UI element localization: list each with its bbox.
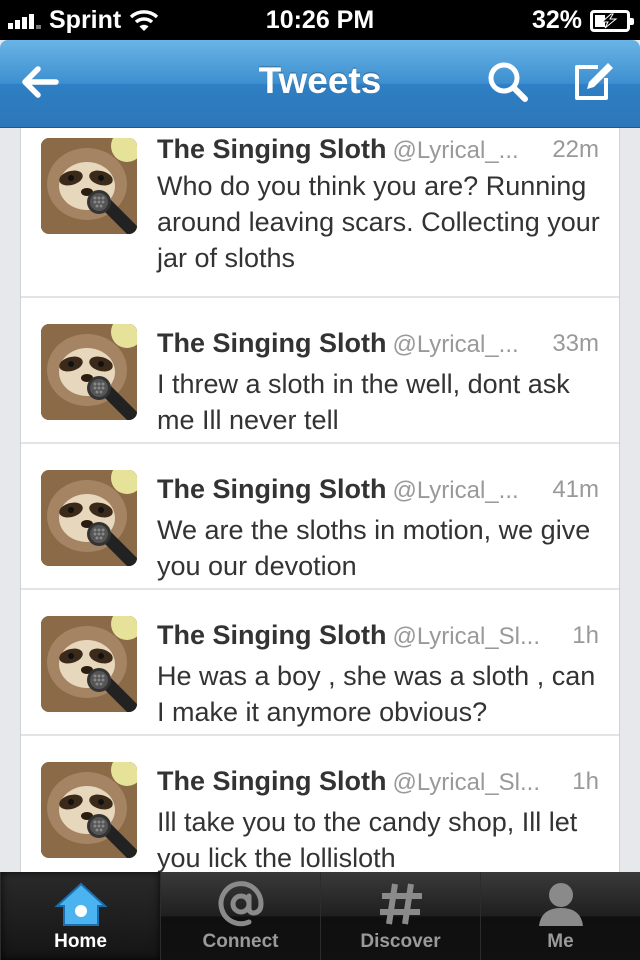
tweet-time: 22m (552, 136, 599, 163)
tweet-author: The Singing Sloth (157, 328, 387, 358)
tweet-text: Ill take you to the candy shop, Ill let … (157, 807, 578, 872)
hash-icon (380, 883, 422, 925)
tweet-time: 1h (572, 768, 599, 795)
battery-percent: 32% (531, 6, 582, 34)
tweet-text: He was a boy , she was a sloth , can I m… (157, 661, 596, 727)
tweet-text: Who do you think you are? Running around… (157, 171, 600, 273)
tab-label: Connect (202, 931, 279, 952)
tweet-handle: @Lyrical_... (392, 477, 519, 504)
at-icon (218, 881, 264, 927)
tweet-row[interactable]: The Singing Sloth @Lyrical_... 22m Who do… (21, 128, 619, 298)
tweet-header: The Singing Sloth @Lyrical_Sl... 1h (157, 766, 599, 800)
tab-home[interactable]: Home (0, 872, 160, 960)
tweet-handle: @Lyrical_Sl... (392, 769, 540, 796)
tweet-author: The Singing Sloth (157, 474, 387, 504)
tweet-handle: @Lyrical_Sl... (392, 623, 540, 650)
tab-bar: Home Connect Discover Me (0, 872, 640, 960)
avatar[interactable] (41, 470, 137, 566)
status-bar: Sprint 10:26 PM 32% (0, 0, 640, 40)
tweet-row[interactable]: The Singing Sloth @Lyrical_Sl... 1h He wa… (21, 590, 619, 736)
status-right: 32% (531, 6, 634, 35)
tweet-header: The Singing Sloth @Lyrical_Sl... 1h (157, 620, 599, 654)
tweet-time: 1h (572, 622, 599, 649)
compose-icon[interactable] (568, 58, 616, 106)
tab-label: Discover (360, 931, 441, 952)
avatar[interactable] (41, 324, 137, 420)
person-icon (539, 883, 583, 926)
home-icon (54, 882, 108, 926)
tab-label: Me (547, 931, 574, 952)
tab-label: Home (54, 931, 107, 952)
battery-icon (590, 9, 634, 32)
tweet-text: I threw a sloth in the well, dont ask me… (157, 369, 570, 435)
tweet-time: 33m (552, 330, 599, 357)
tab-connect[interactable]: Connect (160, 872, 320, 960)
charging-bolt-icon (600, 13, 618, 28)
avatar[interactable] (41, 762, 137, 858)
tab-me[interactable]: Me (480, 872, 640, 960)
tweet-author: The Singing Sloth (157, 620, 387, 650)
screen: Sprint 10:26 PM 32% Tweets The Singing S… (0, 0, 640, 960)
tweet-header: The Singing Sloth @Lyrical_... 22m (157, 134, 599, 168)
tweet-author: The Singing Sloth (157, 134, 387, 164)
page-title: Tweets (258, 60, 382, 101)
nav-bar: Tweets (0, 40, 640, 128)
tweet-time: 41m (552, 476, 599, 503)
tweet-row[interactable]: The Singing Sloth @Lyrical_... 33m I thre… (21, 298, 619, 444)
tweet-author: The Singing Sloth (157, 766, 387, 796)
tweet-list[interactable]: The Singing Sloth @Lyrical_... 22m Who do… (20, 128, 620, 872)
tab-discover[interactable]: Discover (320, 872, 480, 960)
search-icon[interactable] (484, 58, 532, 106)
tweet-header: The Singing Sloth @Lyrical_... 33m (157, 328, 599, 362)
tweet-header: The Singing Sloth @Lyrical_... 41m (157, 474, 599, 508)
tweet-text: We are the sloths in motion, we give you… (157, 515, 591, 581)
avatar[interactable] (41, 616, 137, 712)
tweet-row[interactable]: The Singing Sloth @Lyrical_... 41m We are… (21, 444, 619, 590)
tweet-row[interactable]: The Singing Sloth @Lyrical_Sl... 1h Ill t… (21, 736, 619, 872)
tweet-handle: @Lyrical_... (392, 137, 519, 164)
tweet-handle: @Lyrical_... (392, 331, 519, 358)
avatar[interactable] (41, 138, 137, 234)
